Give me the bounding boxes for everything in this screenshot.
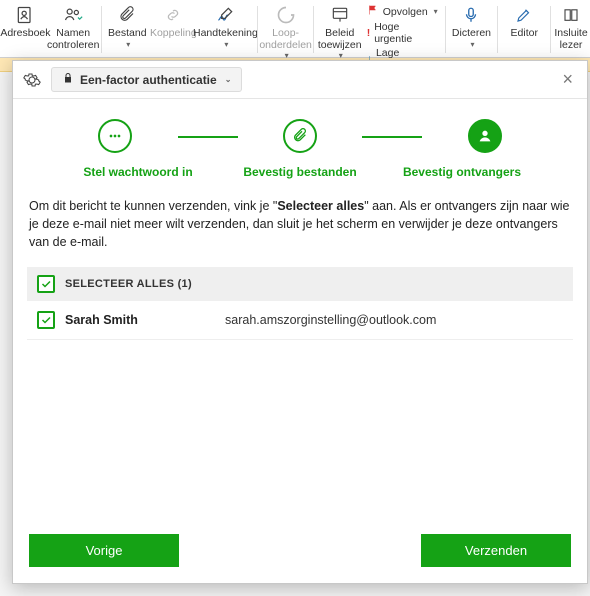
ribbon-adresboek[interactable]: Adresboek (2, 4, 49, 40)
auth-mode-label: Een-factor authenticatie (80, 73, 217, 87)
ribbon-label: Insluite lezer (554, 28, 587, 51)
dialog-instructions: Om dit bericht te kunnen verzenden, vink… (13, 197, 587, 267)
check-names-icon (62, 4, 84, 26)
chevron-down-icon: ▾ (285, 51, 289, 60)
chevron-down-icon: ▾ (126, 40, 130, 49)
microphone-icon (460, 4, 482, 26)
ribbon-dicteren[interactable]: Dicteren ▾ (448, 4, 494, 49)
flag-label: Opvolgen (383, 6, 428, 18)
send-button[interactable]: Verzenden (421, 534, 571, 567)
ribbon: Adresboek Namen controleren Bestand ▾ Ko… (0, 0, 590, 58)
step-2-icon (283, 119, 317, 153)
ribbon-beleid[interactable]: Beleid toewijzen ▾ (317, 4, 363, 60)
signature-icon (214, 4, 236, 26)
chevron-down-icon: ▾ (339, 51, 343, 60)
flag-icon (367, 4, 379, 19)
select-all-row[interactable]: SELECTEER ALLES (1) (27, 267, 573, 301)
step-3-label: Bevestig ontvangers (387, 165, 537, 179)
select-all-label: SELECTEER ALLES (1) (65, 278, 192, 290)
step-3-icon (468, 119, 502, 153)
chevron-down-icon: ▾ (434, 7, 438, 16)
attachment-icon (116, 4, 138, 26)
ribbon-label: Bestand (108, 28, 147, 40)
ribbon-opvolgen[interactable]: Opvolgen ▾ (367, 4, 438, 19)
ribbon-bestand[interactable]: Bestand ▾ (104, 4, 150, 49)
ribbon-label: Editor (511, 28, 538, 40)
editor-icon (513, 4, 535, 26)
send-confirmation-dialog: Een-factor authenticatie ⌄ × (12, 60, 588, 584)
ribbon-namen-controleren[interactable]: Namen controleren (49, 4, 98, 51)
step-1-label: Stel wachtwoord in (63, 165, 213, 179)
ribbon-label: Adresboek (0, 28, 50, 40)
ribbon-label: Beleid toewijzen (318, 28, 362, 51)
chevron-down-icon: ▾ (224, 40, 228, 49)
recipient-email: sarah.amszorginstelling@outlook.com (225, 313, 436, 327)
recipient-row: Sarah Smith sarah.amszorginstelling@outl… (27, 301, 573, 340)
instruction-text: Om dit bericht te kunnen verzenden, vink… (29, 199, 277, 213)
dialog-footer: Vorige Verzenden (13, 520, 587, 583)
reader-icon (560, 4, 582, 26)
stepper (13, 99, 587, 159)
ribbon-insluite[interactable]: Insluite lezer (554, 4, 588, 51)
stepper-labels: Stel wachtwoord in Bevestig bestanden Be… (13, 159, 587, 197)
chevron-down-icon: ▾ (470, 40, 474, 49)
ribbon-hoge-urgentie[interactable]: ! Hoge urgentie (367, 21, 438, 45)
select-all-checkbox[interactable] (37, 275, 55, 293)
recipient-name: Sarah Smith (65, 313, 215, 327)
ribbon-label: Dicteren (452, 28, 491, 40)
link-icon (162, 4, 184, 26)
previous-button[interactable]: Vorige (29, 534, 179, 567)
step-1-icon (98, 119, 132, 153)
lock-icon (62, 72, 74, 87)
chevron-down-icon: ⌄ (225, 75, 232, 84)
dialog-header: Een-factor authenticatie ⌄ × (13, 61, 587, 99)
high-importance-icon: ! (367, 27, 371, 39)
ribbon-loop: Loop- onderdelen ▾ (261, 4, 310, 60)
loop-icon (275, 4, 297, 26)
instruction-bold: Selecteer alles (277, 199, 364, 213)
policy-icon (329, 4, 351, 26)
step-2-label: Bevestig bestanden (225, 165, 375, 179)
recipient-checkbox[interactable] (37, 311, 55, 329)
ribbon-handtekening[interactable]: Handtekening ▾ (196, 4, 254, 49)
auth-mode-selector[interactable]: Een-factor authenticatie ⌄ (51, 67, 242, 92)
ribbon-editor[interactable]: Editor (501, 4, 547, 40)
flag-label: Hoge urgentie (374, 21, 437, 45)
gear-icon[interactable] (23, 71, 41, 89)
address-book-icon (14, 4, 36, 26)
ribbon-label: Loop- onderdelen (259, 28, 312, 51)
ribbon-label: Handtekening (193, 28, 258, 40)
ribbon-koppeling: Koppeling (150, 4, 196, 40)
ribbon-label: Namen controleren (47, 28, 100, 51)
close-button[interactable]: × (558, 69, 577, 90)
ribbon-label: Koppeling (150, 28, 197, 40)
